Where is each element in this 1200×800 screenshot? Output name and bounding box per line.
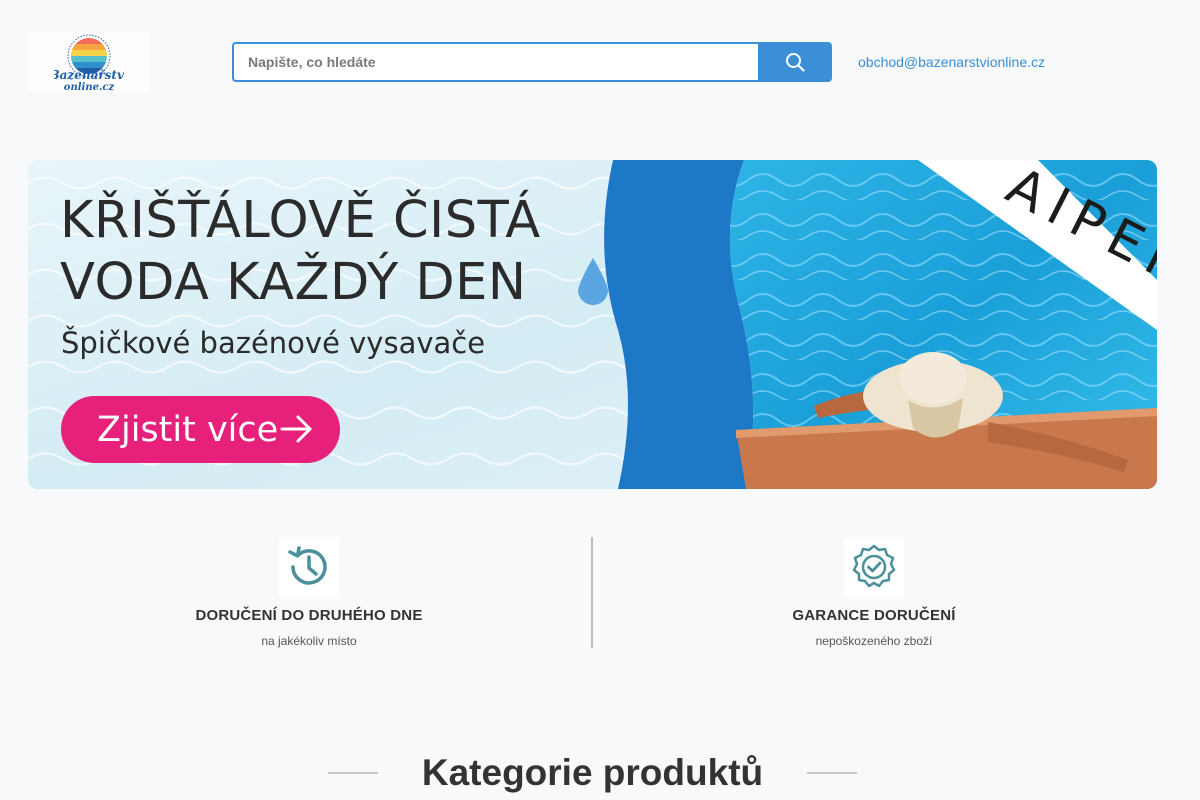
learn-more-label: Zjistit více [97,409,279,450]
banner-title-line2: VODA KAŽDÝ DEN [60,253,527,312]
feature-icon-box [279,537,339,597]
water-drop-icon [578,258,608,305]
history-clock-icon [288,546,327,585]
badge-check-icon [852,544,896,588]
feature-next-day-delivery: DORUČENÍ DO DRUHÉHO DNE na jakékoliv mís… [28,537,590,648]
promo-banner[interactable]: AIPER KŘIŠŤÁLOVĚ ČISTÁ VODA KAŽDÝ DEN Šp… [28,160,1157,489]
categories-heading-wrap: Kategorie produktů [328,750,857,796]
learn-more-button[interactable]: Zjistit více [61,396,340,463]
banner-title: KŘIŠŤÁLOVĚ ČISTÁ VODA KAŽDÝ DEN [60,190,541,314]
logo-text-line1: Bazénářství [54,68,124,82]
search-icon [786,53,805,72]
logo-text-line2: online.cz [64,82,115,92]
banner-subtitle: Špičkové bazénové vysavače [61,326,486,360]
search-bar [232,42,832,82]
feature-title: DORUČENÍ DO DRUHÉHO DNE [195,607,423,624]
feature-subtitle: nepoškozeného zboží [815,634,933,648]
site-header: Bazénářství online.cz obchod@bazenarstvi… [0,0,1200,124]
feature-delivery-guarantee: GARANCE DORUČENÍ nepoškozeného zboží [593,537,1155,648]
logo-emblem-icon: Bazénářství online.cz [54,34,124,92]
banner-title-line1: KŘIŠŤÁLOVĚ ČISTÁ [60,191,541,250]
email-link[interactable]: obchod@bazenarstvionline.cz [858,54,1045,70]
feature-title: GARANCE DORUČENÍ [792,607,956,624]
feature-icon-box [844,537,904,597]
features-strip: DORUČENÍ DO DRUHÉHO DNE na jakékoliv mís… [28,537,1157,648]
site-logo[interactable]: Bazénářství online.cz [28,32,150,92]
search-button[interactable] [758,42,832,82]
feature-subtitle: na jakékoliv místo [261,634,357,648]
search-input[interactable] [232,42,758,82]
categories-heading: Kategorie produktů [421,752,764,793]
heading-line-right [807,772,857,774]
arrow-right-icon [280,415,312,443]
